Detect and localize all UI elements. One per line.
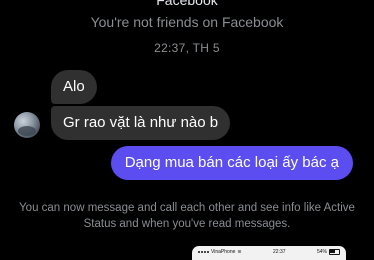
battery-icon — [328, 248, 340, 255]
friend-status-text: You're not friends on Facebook — [90, 14, 284, 30]
message-text: Dạng mua bán các loại ấy bác ạ — [124, 154, 339, 171]
battery-percent: 54% — [316, 248, 327, 255]
battery-fill — [330, 250, 336, 253]
carrier-name: VinaPhone — [211, 248, 236, 255]
message-timestamp: 22:37, TH 5 — [154, 41, 220, 55]
wifi-icon: ≋ — [237, 248, 242, 255]
contact-avatar[interactable] — [14, 112, 40, 138]
messaging-info-notice: You can now message and call each other … — [19, 202, 355, 230]
incoming-message-bubble[interactable]: Alo — [51, 70, 97, 104]
message-text: Gr rao vặt là như nào b — [63, 114, 219, 131]
contact-name[interactable]: Facebook — [0, 0, 374, 8]
status-time: 22:37 — [273, 248, 286, 255]
image-attachment[interactable]: VinaPhone ≋ 22:37 54% — [192, 246, 346, 260]
outgoing-message-bubble[interactable]: Dạng mua bán các loại ấy bác ạ — [110, 146, 353, 180]
incoming-message-bubble[interactable]: Gr rao vặt là như nào b — [51, 106, 231, 140]
carrier-group: VinaPhone ≋ — [198, 249, 242, 255]
attachment-status-bar: VinaPhone ≋ 22:37 54% — [192, 247, 346, 256]
signal-icon — [198, 250, 209, 253]
message-text: Alo — [63, 78, 85, 95]
battery-group: 54% — [316, 248, 340, 255]
